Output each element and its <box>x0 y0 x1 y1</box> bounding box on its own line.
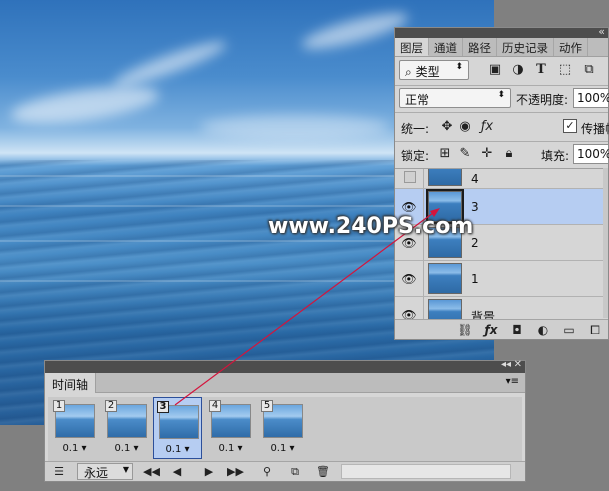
fill-input[interactable]: 100% <box>573 144 609 164</box>
loop-value: 永远 <box>84 466 109 480</box>
layers-footer: ⛓︎ ƒx ◘ ◐ ▭ ⧠ <box>395 319 608 339</box>
layer-name: 3 <box>471 200 479 214</box>
eye-icon[interactable]: 👁︎ <box>401 272 417 286</box>
smart-object-filter-icon[interactable]: ⧉ <box>581 62 597 78</box>
shape-filter-icon[interactable]: ⬚ <box>557 62 573 78</box>
layer-row[interactable]: 4 <box>395 169 608 189</box>
cloud <box>200 115 390 139</box>
tab-layers[interactable]: 图层 <box>395 38 429 56</box>
watermark: www.240PS.com <box>268 214 474 239</box>
tab-channels[interactable]: 通道 <box>429 38 463 56</box>
frame-2[interactable]: 2 0.1 ▾ <box>102 397 151 459</box>
cloud <box>8 79 162 131</box>
eye-icon[interactable]: 👁︎ <box>401 200 417 214</box>
lock-all-icon[interactable]: 🔒︎ <box>501 146 517 162</box>
frame-5[interactable]: 5 0.1 ▾ <box>258 397 307 459</box>
loop-select[interactable]: 永远 ▼ <box>77 463 133 480</box>
layer-row[interactable]: 👁︎ 1 <box>395 261 608 297</box>
duplicate-frame-icon[interactable]: ⧉ <box>287 464 303 480</box>
layer-thumbnail <box>428 299 462 320</box>
panel-tabs: 图层 通道 路径 历史记录 动作 <box>395 38 608 57</box>
layer-name: 1 <box>471 272 479 286</box>
lock-transparent-icon[interactable]: ⊞ <box>437 146 453 162</box>
panel-menu-icon[interactable]: ▾≡ <box>506 376 519 387</box>
new-group-icon[interactable]: ▭ <box>561 322 577 338</box>
adjustment-layer-icon[interactable]: ◐ <box>535 322 551 338</box>
propagate-label: 传播帧 <box>581 122 609 136</box>
visibility-toggle[interactable] <box>404 171 416 183</box>
play-icon[interactable]: ▶ <box>201 464 217 480</box>
layer-name: 4 <box>471 172 479 186</box>
frame-3-selected[interactable]: 3 0.1 ▾ <box>153 397 202 459</box>
frame-1[interactable]: 1 0.1 ▾ <box>50 397 99 459</box>
tab-timeline[interactable]: 时间轴 <box>45 373 97 393</box>
first-frame-icon[interactable]: ◀◀ <box>143 464 160 480</box>
opacity-label: 不透明度: <box>516 93 569 107</box>
propagate-checkbox[interactable]: ✓ <box>563 119 577 133</box>
frame-delay[interactable]: 0.1 ▾ <box>102 443 151 454</box>
panel-titlebar[interactable]: « <box>395 25 608 38</box>
unify-visibility-icon[interactable]: ◉ <box>457 119 473 135</box>
fx-icon[interactable]: ƒx <box>483 322 499 338</box>
tab-actions[interactable]: 动作 <box>554 38 588 56</box>
frame-delay[interactable]: 0.1 ▾ <box>258 443 307 454</box>
add-mask-icon[interactable]: ◘ <box>509 322 525 338</box>
panel-titlebar[interactable]: ◂◂ ✕ <box>45 359 525 373</box>
lock-label: 锁定: <box>401 149 430 163</box>
unify-label: 统一: <box>401 122 430 136</box>
tab-history[interactable]: 历史记录 <box>497 38 554 56</box>
image-filter-icon[interactable]: ▣ <box>487 62 503 78</box>
filter-kind-select[interactable]: ⌕ 类型 ⬍ <box>399 60 469 80</box>
tab-paths[interactable]: 路径 <box>463 38 497 56</box>
adjustment-filter-icon[interactable]: ◑ <box>510 62 526 78</box>
filter-kind-value: 类型 <box>415 65 440 79</box>
link-layers-icon[interactable]: ⛓︎ <box>457 322 473 338</box>
new-layer-icon[interactable]: ⧠ <box>587 322 603 338</box>
trash-icon[interactable]: 🗑︎ <box>315 464 331 480</box>
layer-thumbnail <box>428 263 462 294</box>
blend-mode-value: 正常 <box>405 93 430 107</box>
updown-icon: ⬍ <box>455 62 463 72</box>
close-icon[interactable]: ✕ <box>514 359 522 370</box>
lock-position-icon[interactable]: ✛ <box>479 146 495 162</box>
blend-mode-select[interactable]: 正常 ⬍ <box>399 88 511 108</box>
layer-thumbnail <box>428 169 462 186</box>
previous-frame-icon[interactable]: ◀ <box>169 464 185 480</box>
frames-strip: 1 0.1 ▾ 2 0.1 ▾ 3 0.1 ▾ 4 0.1 ▾ 5 0.1 ▾ <box>48 397 522 461</box>
next-frame-icon[interactable]: ▶▶ <box>227 464 244 480</box>
text-filter-icon[interactable]: T <box>533 62 549 78</box>
cloud <box>110 35 230 93</box>
updown-icon: ⬍ <box>497 90 505 100</box>
opacity-input[interactable]: 100% <box>573 88 609 108</box>
unify-position-icon[interactable]: ✥ <box>439 119 455 135</box>
collapse-icon[interactable]: « <box>598 25 605 38</box>
timeline-controls: ☰ 永远 ▼ ◀◀ ◀ ▶ ▶▶ ⚲ ⧉ 🗑︎ <box>45 461 525 481</box>
fill-label: 填充: <box>541 149 570 163</box>
frame-4[interactable]: 4 0.1 ▾ <box>206 397 255 459</box>
timeline-panel: ◂◂ ✕ 时间轴 ▾≡ 1 0.1 ▾ 2 0.1 ▾ 3 0.1 ▾ 4 0.… <box>44 359 526 482</box>
chevron-down-icon: ▼ <box>122 465 129 474</box>
layer-list: 4 👁︎ 3 👁︎ 2 👁︎ 1 👁︎ 背景 <box>395 168 608 320</box>
frame-delay[interactable]: 0.1 ▾ <box>154 444 201 455</box>
layer-list-scrollbar[interactable] <box>603 168 608 318</box>
frame-delay[interactable]: 0.1 ▾ <box>206 443 255 454</box>
frame-delay[interactable]: 0.1 ▾ <box>50 443 99 454</box>
layer-row[interactable]: 👁︎ 背景 <box>395 297 608 320</box>
collapse-icon[interactable]: ◂◂ <box>501 359 511 370</box>
timeline-scrollbar[interactable] <box>341 464 511 479</box>
tween-icon[interactable]: ⚲ <box>259 464 275 480</box>
layers-panel: « 图层 通道 路径 历史记录 动作 ⌕ 类型 ⬍ ▣ ◑ T ⬚ ⧉ 正常 ⬍… <box>394 25 609 340</box>
unify-style-icon[interactable]: ƒx <box>479 119 495 135</box>
search-icon: ⌕ <box>405 65 412 79</box>
convert-timeline-icon[interactable]: ☰ <box>51 464 67 480</box>
lock-brush-icon[interactable]: ✎ <box>457 146 473 162</box>
